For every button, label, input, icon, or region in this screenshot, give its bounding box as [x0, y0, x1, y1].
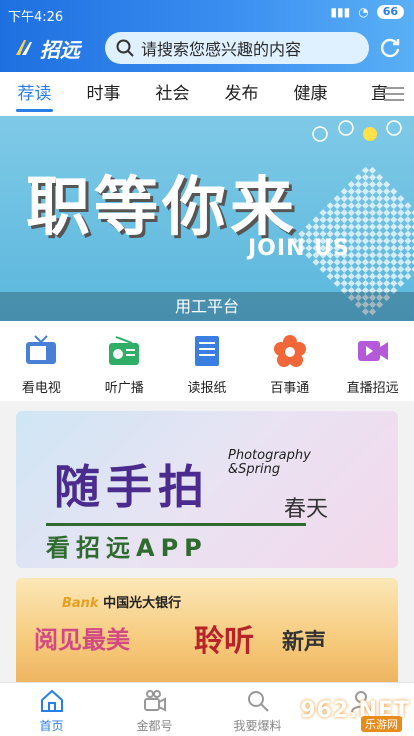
card-spring: 春天 [284, 497, 329, 522]
bottom-nav-label: 首页 [39, 719, 64, 733]
battery-badge: 66 [376, 5, 404, 19]
tab-release[interactable]: 发布 [207, 72, 276, 116]
quick-nav-newspaper[interactable]: 读报纸 [166, 321, 249, 401]
logo-text: 招远 [40, 37, 80, 62]
tv-icon [26, 335, 57, 364]
tab-health[interactable]: 健康 [276, 72, 345, 116]
quick-nav-radio[interactable]: 听广播 [83, 321, 166, 401]
bulb-icon [312, 120, 402, 142]
logo-icon [16, 40, 32, 55]
card-subtitle: 看招远APP [46, 523, 306, 563]
status-time: 下午4:26 [8, 10, 64, 25]
bottom-nav-jindu[interactable]: 金都号 [103, 683, 206, 736]
bottom-nav-label: 我要爆料 [233, 719, 282, 733]
card-photo-text-1: Photography [228, 448, 311, 463]
card-photo-text-2: &Spring [228, 462, 281, 477]
bank-name: 中国光大银行 [103, 596, 182, 611]
card2-title-2: 聆听 [194, 624, 254, 659]
status-icons: ▮▮▮ ◔ 66 [330, 5, 404, 19]
status-bar: 下午4:26 ▮▮▮ ◔ 66 [0, 0, 414, 26]
bank-logo: Bank 中国光大银行 [62, 592, 181, 611]
quick-nav-label: 百事通 [270, 381, 310, 396]
flower-icon [273, 335, 306, 367]
quick-nav-baishitong[interactable]: 百事通 [248, 321, 331, 401]
tab-current-affairs[interactable]: 时事 [69, 72, 138, 116]
watermark-sub: 乐游网 [361, 716, 402, 732]
quick-nav: 看电视 听广播 读报纸 百事通 直播招远 [0, 321, 414, 401]
refresh-icon[interactable] [378, 36, 402, 60]
tab-society[interactable]: 社会 [138, 72, 207, 116]
site-watermark: 962.NET 乐游网 [284, 688, 410, 732]
card-headline: 随手拍 [54, 460, 210, 514]
video-icon [357, 341, 388, 361]
search-placeholder: 请搜索您感兴趣的内容 [141, 40, 302, 59]
tab-recommended[interactable]: 荐读 [0, 72, 69, 116]
camera-icon [143, 690, 166, 712]
home-icon [40, 689, 63, 712]
card2-title-1: 阅见最美 [34, 625, 130, 654]
quick-nav-tv[interactable]: 看电视 [0, 321, 83, 401]
newspaper-icon [194, 336, 219, 366]
banner-title: 职等你来 [26, 170, 298, 245]
quick-nav-label: 听广播 [104, 381, 144, 396]
bank-prefix: Bank [62, 596, 99, 611]
radio-icon [109, 336, 140, 365]
search-icon [116, 39, 134, 57]
top-header: 下午4:26 ▮▮▮ ◔ 66 招远 请搜索您感兴趣的内容 [0, 0, 414, 72]
banner-subtitle: JOIN US [248, 236, 350, 261]
hero-banner[interactable]: 职等你来 JOIN US 用工平台 [0, 116, 414, 321]
app-logo[interactable]: 招远 [14, 34, 80, 62]
wifi-icon: ◔ [358, 5, 369, 19]
bottom-nav-label: 金都号 [136, 719, 173, 733]
quick-nav-live[interactable]: 直播招远 [331, 321, 414, 401]
card-photo-text: Photography &Spring [228, 449, 311, 477]
category-tabs: 荐读 时事 社会 发布 健康 直 [0, 72, 414, 116]
promo-card-photo[interactable]: 随手拍 Photography &Spring 春天 看招远APP [16, 411, 398, 568]
signal-icon: ▮▮▮ [330, 5, 351, 19]
bottom-nav-home[interactable]: 首页 [0, 683, 103, 736]
tab-menu-icon[interactable] [382, 84, 406, 104]
banner-caption: 用工平台 [0, 292, 414, 321]
report-icon [247, 691, 269, 712]
card2-title-3: 新声 [282, 629, 327, 655]
quick-nav-label: 看电视 [21, 381, 61, 396]
quick-nav-label: 直播招远 [346, 381, 399, 396]
search-input[interactable]: 请搜索您感兴趣的内容 [105, 32, 369, 64]
quick-nav-label: 读报纸 [187, 381, 227, 396]
promo-card-bank[interactable]: Bank 中国光大银行 阅见最美 聆听 新声 [16, 578, 398, 688]
